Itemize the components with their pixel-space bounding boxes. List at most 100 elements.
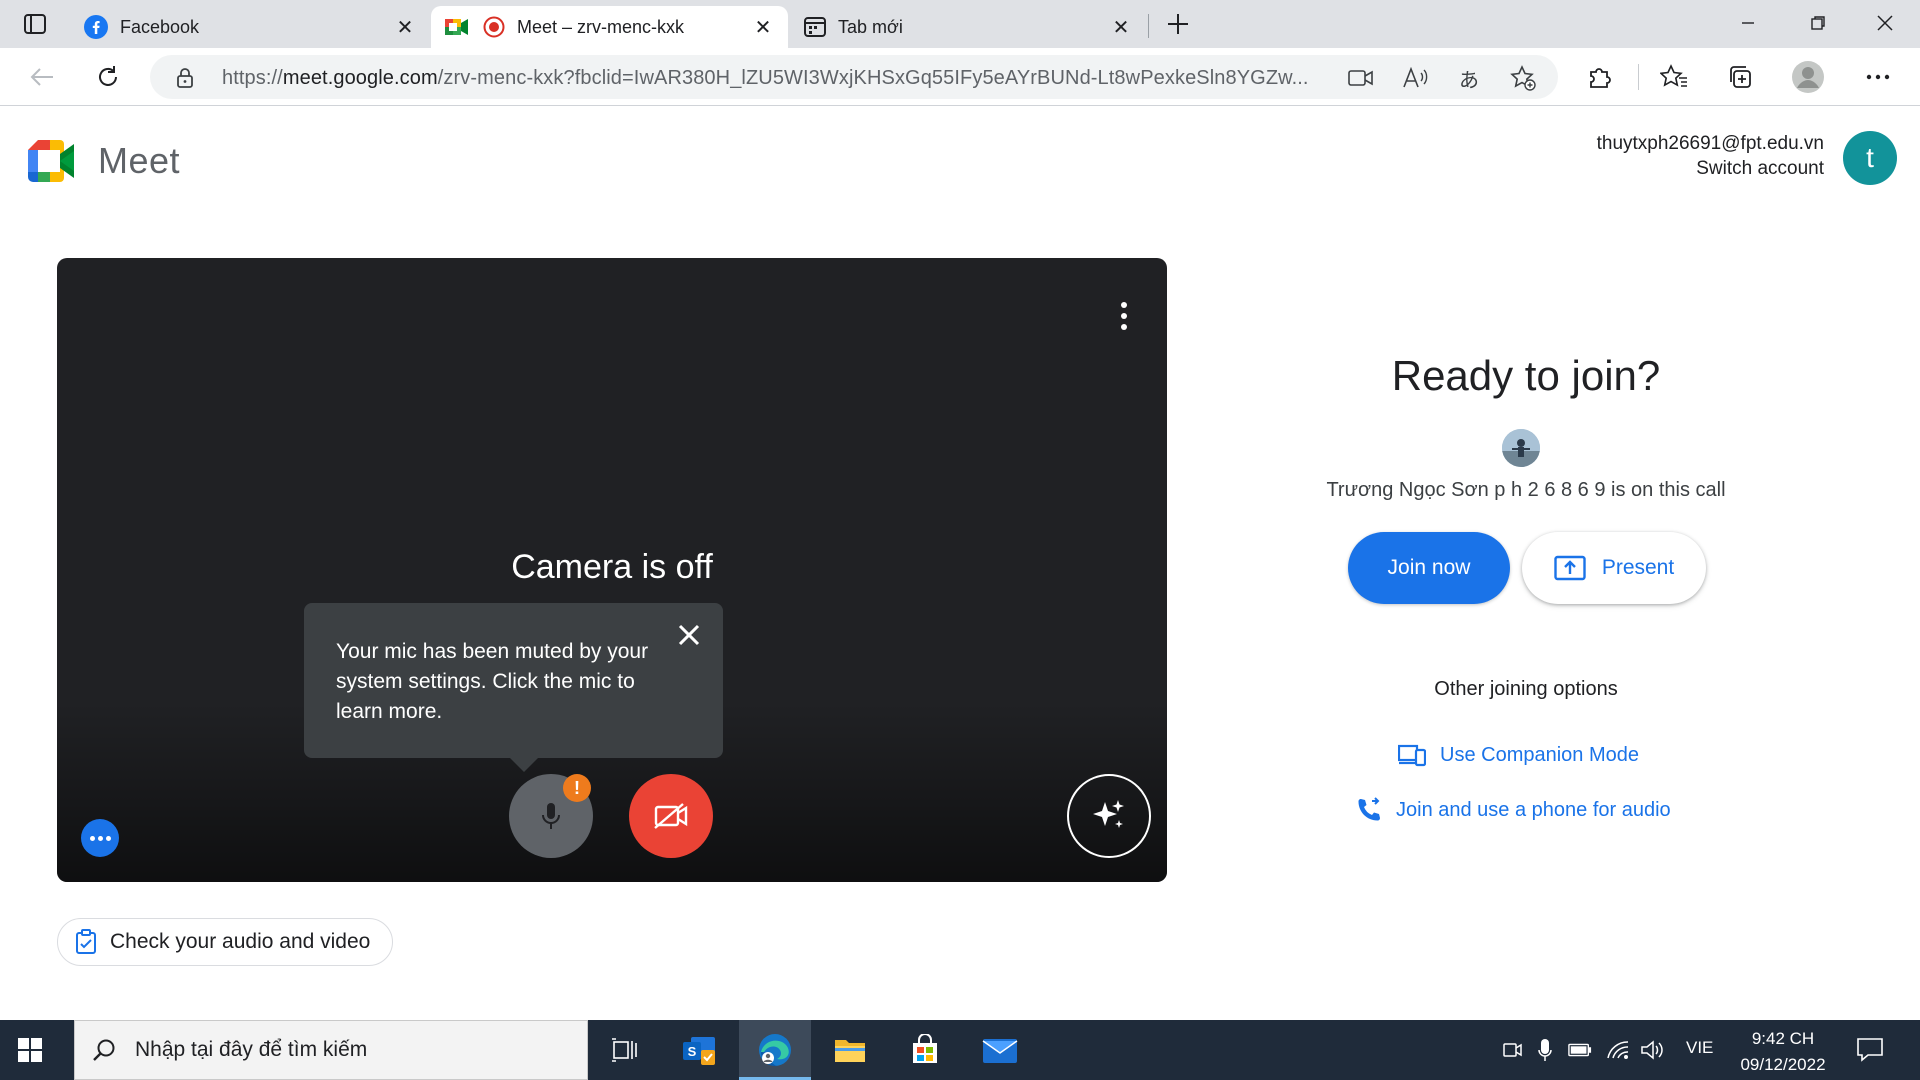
mic-muted-tooltip: Your mic has been muted by your system s… [304, 603, 723, 772]
reload-button[interactable] [90, 59, 126, 95]
profile-avatar-icon [1792, 61, 1824, 93]
browser-toolbar: https://meet.google.com/zrv-menc-kxk?fbc… [0, 48, 1920, 106]
folder-icon [835, 1040, 865, 1062]
more-vertical-icon [1121, 302, 1127, 308]
close-icon [678, 624, 700, 646]
puzzle-icon [1590, 68, 1611, 88]
favorites-button[interactable] [1656, 59, 1692, 95]
more-vertical-dot [1121, 313, 1127, 319]
extensions-button[interactable] [1582, 59, 1618, 95]
switch-account-link[interactable]: Switch account [1597, 158, 1824, 180]
tooltip-close-button[interactable] [671, 617, 707, 653]
meet-wordmark: Meet [98, 140, 181, 181]
more-horizontal-dot [97, 835, 103, 841]
notification-center-button[interactable] [1856, 1036, 1886, 1066]
tab-new[interactable]: Tab mới ✕ [790, 6, 1146, 48]
check-audio-video-label: Check your audio and video [110, 930, 371, 953]
check-audio-video-button[interactable]: Check your audio and video [57, 918, 394, 966]
reload-icon [99, 66, 117, 86]
close-icon[interactable]: ✕ [394, 16, 416, 39]
tab-facebook[interactable]: Facebook ✕ [70, 6, 430, 48]
new-tab-page-icon [804, 17, 826, 37]
restore-button[interactable] [1783, 0, 1853, 46]
back-button[interactable] [24, 59, 60, 95]
taskbar-app-mail[interactable] [964, 1020, 1036, 1080]
visual-effects-button[interactable] [1067, 774, 1151, 858]
close-window-button[interactable] [1850, 0, 1920, 46]
close-icon [1877, 15, 1893, 31]
edge-browser-icon [759, 1034, 791, 1067]
ready-to-join-heading: Ready to join? [1391, 352, 1661, 399]
favorite-add-icon[interactable] [1510, 65, 1536, 91]
tab-actions-button[interactable] [14, 10, 56, 38]
taskbar-clock[interactable]: 9:42 CH 09/12/2022 [1728, 1026, 1838, 1078]
taskbar-app-edge[interactable] [739, 1020, 811, 1080]
camera-toggle-button[interactable] [629, 774, 713, 858]
office-app-icon: S [683, 1037, 715, 1065]
present-label: Present [1601, 556, 1675, 579]
participants-on-call: Trương Ngọc Sơn p h 2 6 8 6 9 is on this… [1326, 479, 1726, 501]
meet-favicon-icon [445, 19, 468, 35]
meet-now-tray-icon[interactable] [1500, 1038, 1524, 1062]
companion-mode-link[interactable]: Use Companion Mode [1398, 743, 1639, 767]
windows-logo-icon [18, 1038, 42, 1062]
more-options-button[interactable] [81, 819, 119, 857]
phone-forward-icon [1358, 797, 1380, 821]
tab-actions-icon [24, 14, 46, 34]
close-icon[interactable]: ✕ [752, 16, 774, 39]
taskbar-app-store[interactable] [889, 1020, 961, 1080]
camera-permission-icon[interactable] [1348, 65, 1374, 91]
participant-avatar [1502, 429, 1540, 467]
minimize-button[interactable] [1713, 0, 1783, 46]
settings-more-button[interactable] [1860, 59, 1896, 95]
tab-meet[interactable]: Meet – zrv-menc-kxk ✕ [431, 6, 788, 48]
translate-icon[interactable]: あ [1456, 65, 1482, 92]
favorites-list-icon [1660, 64, 1687, 87]
task-view-button[interactable] [588, 1020, 660, 1080]
more-vertical-dot [1121, 324, 1127, 330]
url-path: /zrv-menc-kxk?fbclid=IwAR380H_lZU5WI3Wxj… [437, 67, 1309, 89]
facebook-icon [84, 15, 108, 39]
lock-icon[interactable] [176, 67, 194, 89]
taskbar-search-box[interactable]: Nhập tại đây để tìm kiếm [74, 1020, 588, 1080]
present-screen-icon [1554, 555, 1586, 581]
minimize-icon [1742, 22, 1754, 24]
account-avatar[interactable]: t [1843, 131, 1897, 185]
sparkle-icon [1093, 800, 1124, 828]
url-scheme: https:// [222, 67, 283, 89]
join-now-button[interactable]: Join now [1348, 532, 1510, 604]
taskbar-app-outlook[interactable]: S [663, 1020, 735, 1080]
phone-audio-link[interactable]: Join and use a phone for audio [1356, 797, 1671, 823]
battery-tray-icon[interactable] [1568, 1038, 1592, 1062]
input-language-indicator[interactable]: VIE [1686, 1038, 1713, 1058]
new-tab-button[interactable] [1160, 8, 1196, 40]
video-preview: Camera is off Your mic has been muted by… [57, 258, 1167, 882]
tab-title: Tab mới [838, 16, 903, 37]
more-horizontal-icon [1866, 74, 1890, 80]
present-button[interactable]: Present [1522, 532, 1706, 604]
microphone-in-use-tray-icon[interactable] [1533, 1038, 1557, 1062]
recording-icon [483, 16, 505, 38]
windows-taskbar: Nhập tại đây để tìm kiếm S VIE 9:42 CH 0… [0, 1020, 1920, 1080]
other-joining-options-heading: Other joining options [1434, 678, 1618, 700]
profile-button[interactable] [1790, 59, 1826, 95]
preview-options-button[interactable] [1109, 294, 1139, 338]
start-button[interactable] [16, 1036, 46, 1066]
restore-icon [1811, 16, 1825, 30]
camera-off-label: Camera is off [511, 548, 713, 586]
account-info: thuytxph26691@fpt.edu.vn Switch account [1597, 133, 1824, 180]
taskbar-app-file-explorer[interactable] [814, 1020, 886, 1080]
mail-icon [982, 1039, 1018, 1063]
volume-tray-icon[interactable] [1640, 1038, 1664, 1062]
wifi-tray-icon[interactable] [1606, 1038, 1630, 1062]
tab-title: Meet – zrv-menc-kxk [517, 16, 685, 37]
close-icon[interactable]: ✕ [1110, 16, 1132, 39]
url-text[interactable]: https://meet.google.com/zrv-menc-kxk?fbc… [222, 67, 1322, 90]
browser-tab-strip: Facebook ✕ Meet – zrv-menc-kxk ✕ Tab mới… [0, 0, 1920, 48]
collections-button[interactable] [1722, 59, 1758, 95]
mic-warning-badge[interactable]: ! [563, 774, 591, 802]
address-bar[interactable]: https://meet.google.com/zrv-menc-kxk?fbc… [150, 55, 1558, 99]
read-aloud-icon[interactable] [1402, 65, 1428, 91]
clipboard-check-icon [76, 929, 96, 954]
meet-logo[interactable]: Meet [28, 140, 180, 182]
